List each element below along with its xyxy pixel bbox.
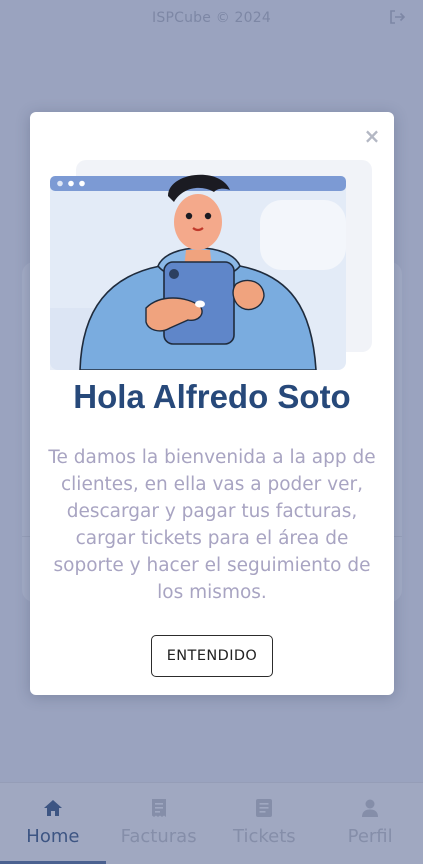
welcome-modal: × Hola Alfredo Soto Te damos la bienveni… xyxy=(30,112,394,695)
close-button[interactable]: × xyxy=(362,126,382,146)
tab-tickets-label: Tickets xyxy=(233,826,296,847)
tab-home[interactable]: Home xyxy=(0,783,106,864)
copyright-text: ISPCube © 2024 xyxy=(152,10,271,26)
bottom-tab-bar: Home Facturas Tickets Perfil xyxy=(0,782,423,864)
tab-perfil-label: Perfil xyxy=(347,826,393,847)
app-header: ISPCube © 2024 xyxy=(0,0,423,36)
logout-icon[interactable] xyxy=(389,9,405,25)
welcome-message: Te damos la bienvenida a la app de clien… xyxy=(48,447,376,603)
user-name: Alfredo Soto xyxy=(152,378,351,415)
welcome-illustration xyxy=(50,160,372,370)
user-icon xyxy=(362,799,379,817)
tab-facturas[interactable]: Facturas xyxy=(106,783,212,864)
welcome-title: Hola Alfredo Soto xyxy=(30,378,394,416)
ticket-icon xyxy=(256,799,273,817)
greeting-prefix: Hola xyxy=(73,378,145,415)
understood-button[interactable]: ENTENDIDO xyxy=(151,635,273,677)
tab-perfil[interactable]: Perfil xyxy=(317,783,423,864)
tab-home-label: Home xyxy=(26,826,80,847)
tab-tickets[interactable]: Tickets xyxy=(212,783,318,864)
home-icon xyxy=(43,800,62,816)
invoice-icon xyxy=(151,799,166,817)
tab-facturas-label: Facturas xyxy=(120,826,197,847)
